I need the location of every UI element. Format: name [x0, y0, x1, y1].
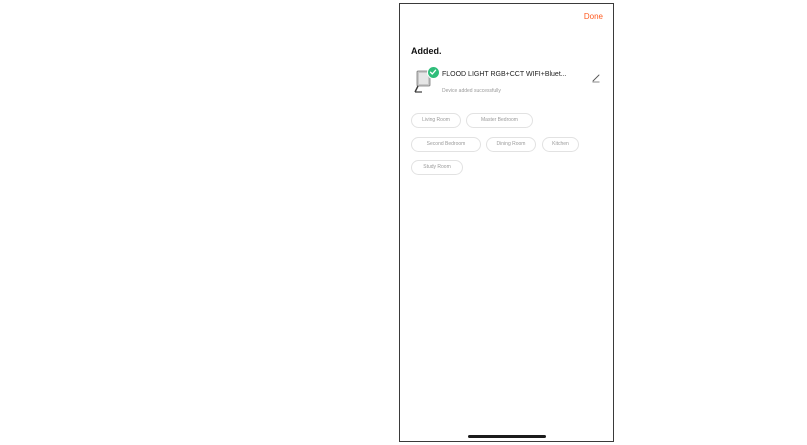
room-chip-master-bedroom[interactable]: Master Bedroom: [466, 113, 533, 128]
device-name: FLOOD LIGHT RGB+CCT WIFI+Bluet...: [442, 71, 567, 78]
room-chip-dining-room[interactable]: Dining Room: [486, 137, 536, 152]
room-chip-kitchen[interactable]: Kitchen: [542, 137, 579, 152]
device-status: Device added successfully: [442, 88, 501, 94]
page-title: Added.: [411, 46, 442, 56]
room-chip-second-bedroom[interactable]: Second Bedroom: [411, 137, 481, 152]
room-chip-living-room[interactable]: Living Room: [411, 113, 461, 128]
pencil-icon[interactable]: [591, 70, 601, 83]
check-circle-icon: [427, 66, 440, 79]
room-chip-study-room[interactable]: Study Room: [411, 160, 463, 175]
done-button[interactable]: Done: [584, 12, 603, 21]
home-indicator[interactable]: [468, 435, 546, 438]
app-screen: Done Added. FLOOD LIGHT RGB+CCT WIFI+Blu…: [399, 3, 614, 442]
device-row: FLOOD LIGHT RGB+CCT WIFI+Bluet... Device…: [410, 66, 606, 98]
